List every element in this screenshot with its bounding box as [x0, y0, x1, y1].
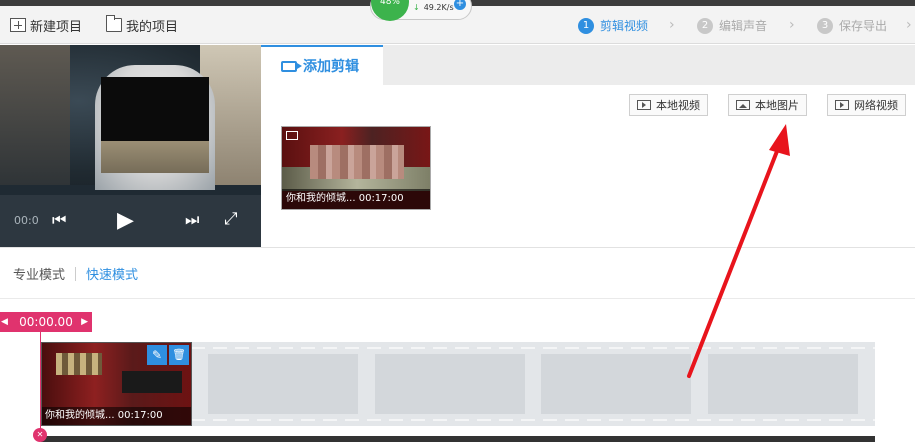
tab-add-clip[interactable]: 添加剪辑 [261, 45, 383, 85]
local-image-button[interactable]: 本地图片 [728, 94, 807, 116]
my-projects-label: 我的项目 [126, 19, 179, 35]
step-label: 编辑声音 [719, 19, 768, 33]
mode-switch: 专业模式 快速模式 [13, 264, 138, 283]
next-frame-icon[interactable]: ⏭ [185, 212, 199, 228]
film-perforation-bottom [191, 419, 875, 421]
my-projects-button[interactable]: 我的项目 [106, 15, 178, 35]
clip-thumb-blur [310, 145, 404, 179]
step-number: 3 [817, 17, 833, 34]
folder-icon [106, 15, 122, 32]
empty-slot[interactable] [541, 354, 691, 414]
pro-mode-link[interactable]: 专业模式 [13, 264, 65, 283]
film-perforation-top [191, 347, 875, 349]
plus-icon [10, 18, 26, 32]
image-file-icon [736, 100, 750, 110]
video-preview: 00:0 ⏮ ▶ ⏭ ⤢ [0, 45, 261, 247]
video-camera-icon [286, 131, 298, 140]
divider [0, 298, 915, 299]
step-number: 2 [697, 17, 713, 34]
progress-circle: 48% [371, 0, 409, 21]
download-arrow-icon: ↓ [413, 3, 420, 12]
local-video-label: 本地视频 [656, 99, 700, 112]
timeline-clip-block [122, 371, 182, 393]
download-rate: ↓ 49.2K/s [413, 3, 454, 12]
step-label: 保存导出 [839, 19, 888, 33]
clip-thumbnail[interactable]: 你和我的倾城... 00:17:00 [281, 126, 431, 210]
timeline-clip-blur [56, 353, 102, 375]
timeline-cursor-time[interactable]: ◀ 00:00.00 ▶ [0, 312, 92, 332]
chevron-right-icon: › [789, 17, 795, 33]
step-edit-video[interactable]: 1 剪辑视频 [578, 17, 648, 34]
clip-caption: 你和我的倾城... 00:17:00 [282, 189, 430, 209]
step-export[interactable]: 3 保存导出 [817, 17, 887, 34]
chevron-right-icon: › [906, 17, 912, 33]
fullscreen-icon[interactable]: ⤢ [224, 211, 238, 228]
step-number: 1 [578, 17, 594, 34]
video-file-icon [637, 100, 651, 110]
empty-slot[interactable] [208, 354, 358, 414]
timeline-track[interactable] [191, 342, 875, 426]
step-edit-audio[interactable]: 2 编辑声音 [697, 17, 767, 34]
preview-censor-strip [101, 141, 209, 173]
panel-tabs: 添加剪辑 [261, 45, 915, 85]
tab-add-clip-label: 添加剪辑 [303, 59, 359, 75]
online-video-icon [835, 100, 849, 110]
cursor-right-arrow-icon[interactable]: ▶ [81, 312, 88, 332]
online-video-button[interactable]: 网络视频 [827, 94, 906, 116]
new-project-label: 新建项目 [30, 19, 83, 35]
timeline-clip-caption: 你和我的倾城... 00:17:00 [42, 407, 191, 425]
online-video-label: 网络视频 [854, 99, 898, 112]
cursor-left-arrow-icon[interactable]: ◀ [1, 312, 8, 332]
timeline-ruler [41, 436, 875, 442]
step-label: 剪辑视频 [600, 19, 649, 33]
video-editor-window: 新建项目 我的项目 1 剪辑视频 › 2 编辑声音 › 3 保存导出 › 48%… [0, 0, 915, 442]
new-project-button[interactable]: 新建项目 [10, 15, 82, 35]
mode-separator [75, 266, 77, 281]
delete-trash-icon[interactable]: 🗑 [169, 345, 189, 365]
playback-time: 00:0 [14, 214, 39, 227]
playhead-handle-icon[interactable]: ✕ [33, 428, 47, 442]
prev-frame-icon[interactable]: ⏮ [52, 212, 66, 228]
empty-slot[interactable] [708, 354, 858, 414]
download-rate-value: 49.2K/s [423, 3, 454, 12]
local-image-label: 本地图片 [755, 99, 799, 112]
edit-pencil-icon[interactable]: ✎ [147, 345, 167, 365]
play-icon[interactable]: ▶ [117, 210, 134, 232]
cursor-time-value: 00:00.00 [19, 315, 73, 329]
add-clip-panel: 本地视频 本地图片 网络视频 你和我的倾城... 00:17:00 [261, 85, 915, 247]
chevron-right-icon: › [669, 17, 675, 33]
network-speed-widget: 48% ↓ 49.2K/s + [370, 0, 472, 21]
empty-slot[interactable] [375, 354, 525, 414]
preview-frame [0, 45, 261, 190]
fast-mode-link[interactable]: 快速模式 [86, 264, 138, 283]
divider [0, 247, 915, 248]
local-video-button[interactable]: 本地视频 [629, 94, 708, 116]
timeline-clip[interactable]: ✎ 🗑 你和我的倾城... 00:17:00 [41, 342, 192, 426]
player-controls: 00:0 ⏮ ▶ ⏭ ⤢ [0, 195, 261, 247]
preview-bg-left [0, 45, 70, 185]
video-camera-icon [281, 60, 302, 72]
expand-plus-icon[interactable]: + [454, 0, 466, 10]
